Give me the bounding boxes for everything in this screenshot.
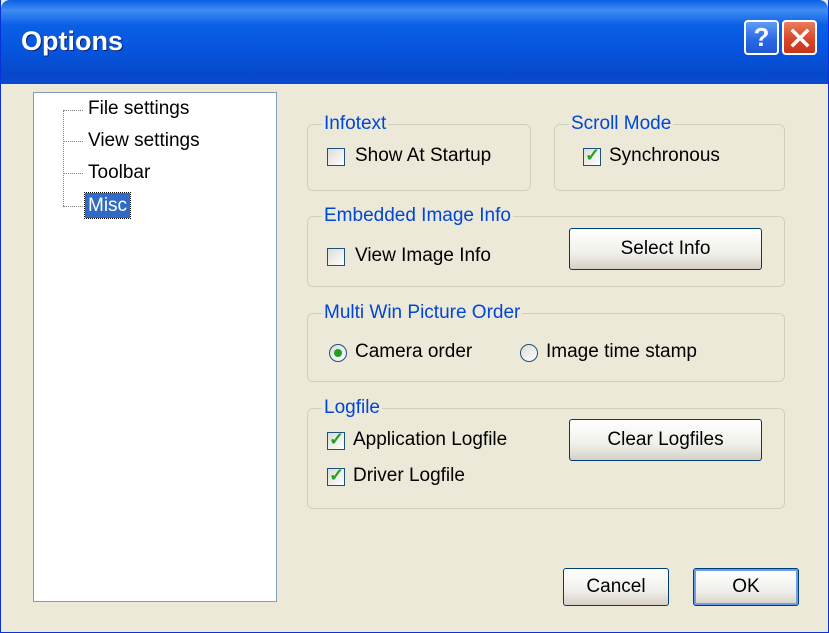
settings-tree[interactable]: File settings View settings Toolbar Misc xyxy=(33,92,277,602)
driver-logfile-label[interactable]: Driver Logfile xyxy=(353,465,465,487)
view-image-info-label[interactable]: View Image Info xyxy=(355,245,491,267)
show-at-startup-label[interactable]: Show At Startup xyxy=(355,145,491,167)
infotext-legend: Infotext xyxy=(324,113,387,134)
tree-connector-line xyxy=(63,173,83,174)
synchronous-checkbox[interactable] xyxy=(583,145,601,166)
picture-order-legend: Multi Win Picture Order xyxy=(324,302,521,323)
synchronous-label[interactable]: Synchronous xyxy=(609,145,720,167)
help-button[interactable]: ? xyxy=(744,20,779,55)
scroll-mode-legend: Scroll Mode xyxy=(571,113,672,134)
tree-item-misc[interactable]: Misc xyxy=(83,192,132,219)
driver-logfile-checkbox[interactable] xyxy=(327,465,345,486)
select-info-button[interactable]: Select Info xyxy=(569,228,762,270)
image-time-stamp-radio[interactable] xyxy=(520,344,538,362)
tree-item-view-settings[interactable]: View settings xyxy=(85,128,203,153)
close-icon xyxy=(790,28,809,47)
ok-button[interactable]: OK xyxy=(693,568,799,606)
tree-connector-line xyxy=(63,141,83,142)
title-bar[interactable]: Options ? xyxy=(1,0,828,84)
logfile-legend: Logfile xyxy=(324,397,380,418)
embedded-image-info-legend: Embedded Image Info xyxy=(324,205,511,226)
tree-item-toolbar[interactable]: Toolbar xyxy=(85,160,153,185)
application-logfile-checkbox[interactable] xyxy=(327,429,345,450)
show-at-startup-checkbox[interactable] xyxy=(327,148,345,166)
image-time-stamp-label[interactable]: Image time stamp xyxy=(546,341,697,363)
close-button[interactable] xyxy=(782,20,817,55)
application-logfile-label[interactable]: Application Logfile xyxy=(353,429,507,451)
camera-order-radio[interactable] xyxy=(329,344,347,362)
tree-connector-line xyxy=(63,110,83,111)
options-dialog: Options ? File settings View settings To… xyxy=(0,0,829,633)
tree-connector-line xyxy=(63,110,64,206)
view-image-info-checkbox[interactable] xyxy=(327,248,345,266)
clear-logfiles-button[interactable]: Clear Logfiles xyxy=(569,419,762,461)
tree-connector-line xyxy=(63,206,83,207)
tree-item-file-settings[interactable]: File settings xyxy=(85,96,192,121)
window-title: Options xyxy=(21,26,123,56)
cancel-button[interactable]: Cancel xyxy=(563,568,669,606)
camera-order-label[interactable]: Camera order xyxy=(355,341,472,363)
help-icon: ? xyxy=(753,22,770,52)
